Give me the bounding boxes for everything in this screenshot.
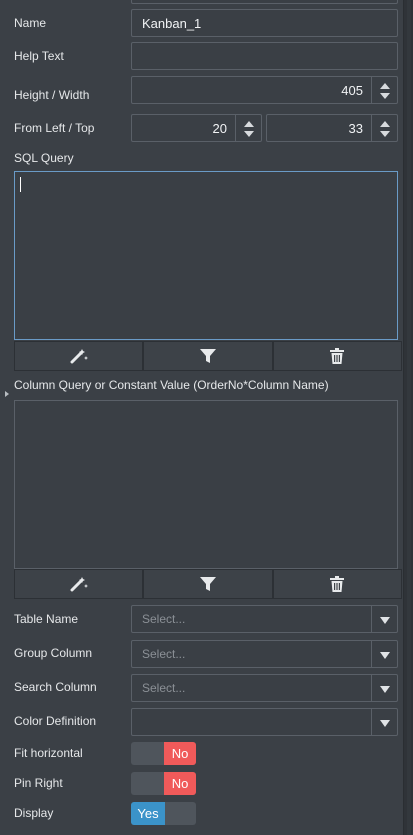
- fit-horizontal-state: No: [164, 742, 196, 765]
- spinner-arrows-icon: [380, 83, 390, 99]
- group-column-select[interactable]: Select...: [131, 640, 398, 668]
- help-text-label: Help Text: [14, 49, 64, 63]
- spinner-arrows-icon: [380, 121, 390, 137]
- search-column-dropdown[interactable]: [371, 675, 397, 701]
- fit-horizontal-label: Fit horizontal: [14, 746, 83, 760]
- expand-arrow-icon[interactable]: [5, 391, 9, 397]
- pin-right-label: Pin Right: [14, 776, 63, 790]
- sql-filter-button[interactable]: [143, 341, 273, 371]
- from-left-value: 20: [212, 121, 227, 136]
- display-state: Yes: [131, 802, 165, 825]
- column-filter-button[interactable]: [143, 569, 273, 599]
- filter-icon: [199, 349, 216, 363]
- from-left-input[interactable]: 20: [131, 114, 262, 142]
- sql-delete-button[interactable]: [272, 341, 402, 371]
- group-column-dropdown[interactable]: [371, 641, 397, 667]
- display-toggle[interactable]: Yes: [131, 802, 196, 825]
- group-column-label: Group Column: [14, 646, 93, 660]
- caret-down-icon: [380, 652, 390, 659]
- sql-query-toolbar: [14, 341, 402, 371]
- group-column-placeholder: Select...: [142, 647, 186, 661]
- caret-down-icon: [380, 686, 390, 693]
- height-width-value: 405: [341, 83, 363, 98]
- spinner-arrows-icon: [244, 121, 254, 137]
- color-definition-select[interactable]: [131, 708, 398, 736]
- table-name-placeholder: Select...: [142, 612, 186, 626]
- top-partial-field[interactable]: [131, 0, 398, 4]
- table-name-select[interactable]: Select...: [131, 605, 398, 633]
- display-label: Display: [14, 806, 54, 820]
- search-column-label: Search Column: [14, 680, 97, 694]
- sql-query-label: SQL Query: [14, 151, 74, 165]
- help-text-input[interactable]: [131, 42, 398, 70]
- trash-icon: [330, 576, 345, 592]
- column-query-toolbar: [14, 569, 402, 599]
- height-width-spinner[interactable]: [371, 77, 397, 103]
- name-input[interactable]: Kanban_1: [131, 9, 398, 37]
- color-definition-label: Color Definition: [14, 714, 97, 728]
- color-definition-dropdown[interactable]: [371, 709, 397, 735]
- table-name-label: Table Name: [14, 612, 79, 626]
- from-left-top-label: From Left / Top: [14, 121, 95, 135]
- column-delete-button[interactable]: [272, 569, 402, 599]
- pin-right-toggle[interactable]: No: [131, 772, 196, 795]
- name-value: Kanban_1: [142, 16, 202, 31]
- fit-horizontal-toggle[interactable]: No: [131, 742, 196, 765]
- search-column-select[interactable]: Select...: [131, 674, 398, 702]
- pin-right-state: No: [164, 772, 196, 795]
- column-wizard-button[interactable]: [14, 569, 144, 599]
- search-column-placeholder: Select...: [142, 681, 186, 695]
- from-top-value: 33: [348, 121, 363, 136]
- column-query-textarea[interactable]: [14, 400, 398, 569]
- properties-panel: Name Kanban_1 Help Text Height / Width 4…: [0, 0, 403, 835]
- column-query-label: Column Query or Constant Value (OrderNo*…: [14, 378, 329, 392]
- from-left-spinner[interactable]: [235, 115, 261, 141]
- from-top-spinner[interactable]: [371, 115, 397, 141]
- height-width-label: Height / Width: [14, 88, 90, 102]
- filter-icon: [199, 577, 216, 591]
- sql-query-textarea[interactable]: [14, 171, 398, 340]
- magic-wand-icon: [70, 349, 88, 364]
- scrollbar-thumb[interactable]: [407, 0, 411, 835]
- panel-scrollbar[interactable]: [403, 0, 413, 835]
- caret-down-icon: [380, 617, 390, 624]
- table-name-dropdown[interactable]: [371, 606, 397, 632]
- text-caret: [20, 177, 21, 192]
- from-top-input[interactable]: 33: [266, 114, 398, 142]
- trash-icon: [330, 348, 345, 364]
- sql-wizard-button[interactable]: [14, 341, 144, 371]
- caret-down-icon: [380, 720, 390, 727]
- name-label: Name: [14, 16, 47, 30]
- magic-wand-icon: [70, 577, 88, 592]
- height-width-input[interactable]: 405: [131, 76, 398, 104]
